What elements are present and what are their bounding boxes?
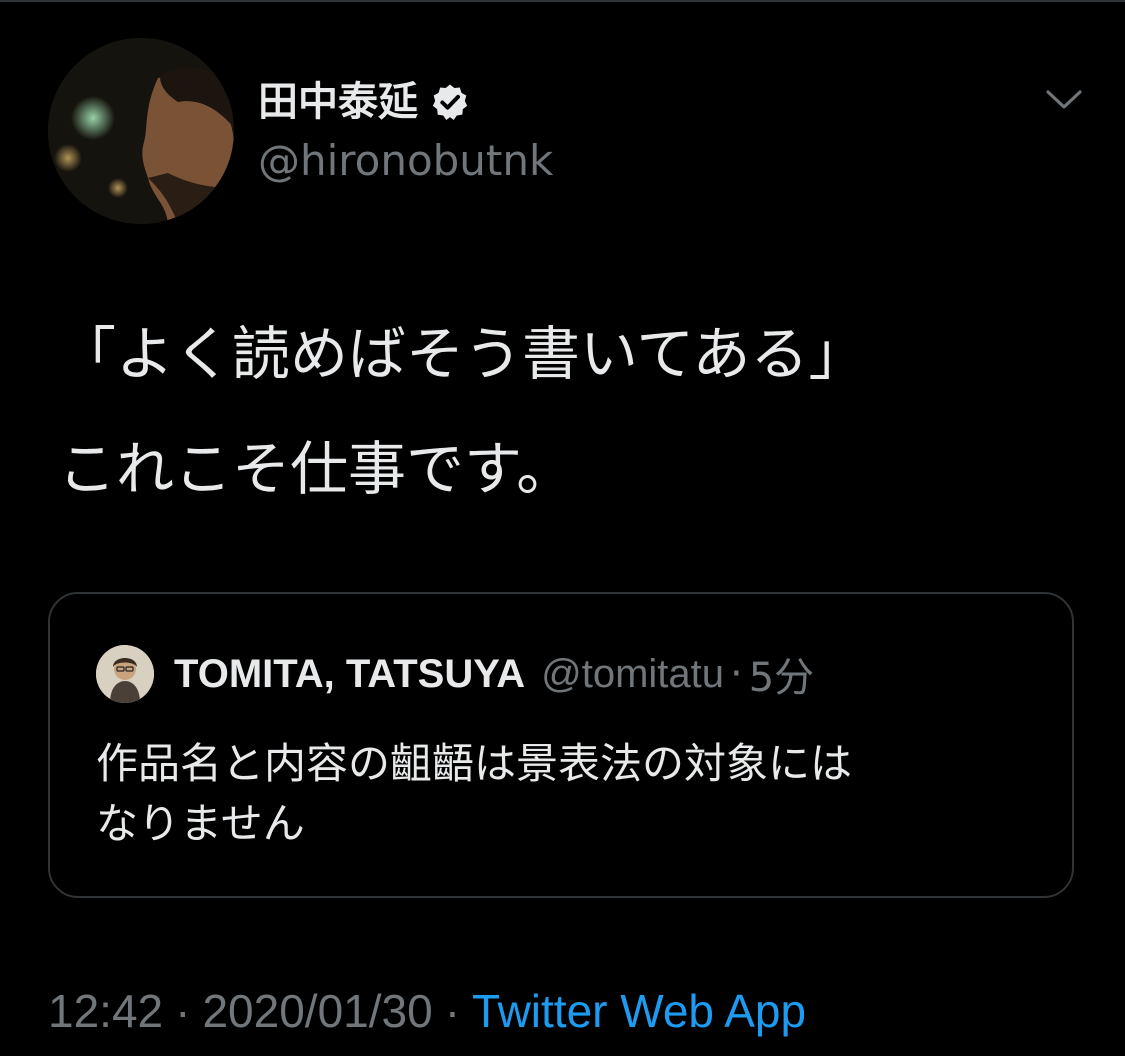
quoted-tweet-card[interactable]: TOMITA, TATSUYA @tomitatu · 5分 作品名と内容の齟齬… <box>48 592 1074 898</box>
tweet-source-link[interactable]: Twitter Web App <box>472 985 806 1037</box>
tweet-metadata: 12:42 · 2020/01/30 · Twitter Web App <box>48 984 806 1039</box>
quoted-author-avatar <box>96 645 154 703</box>
author-handle[interactable]: @hironobutnk <box>258 136 553 186</box>
author-display-name[interactable]: 田中泰延 <box>258 82 418 122</box>
quoted-author-name: TOMITA, TATSUYA <box>174 651 526 696</box>
tweet-date[interactable]: 2020/01/30 <box>202 985 432 1037</box>
quoted-text-line: なりません <box>96 798 305 848</box>
tweet-time[interactable]: 12:42 <box>48 985 163 1037</box>
tweet-text-line: 「よく読めばそう書いてある」 <box>58 320 867 388</box>
verified-badge-icon <box>432 84 468 120</box>
meta-separator: · <box>175 985 191 1037</box>
quoted-separator: · <box>730 651 743 697</box>
quoted-text-line: 作品名と内容の齟齬は景表法の対象には <box>96 739 853 788</box>
chevron-down-icon[interactable] <box>1040 80 1088 120</box>
meta-separator: · <box>444 985 461 1037</box>
tweet-text: 「よく読めばそう書いてある」 これこそ仕事です。 <box>58 318 1078 505</box>
tweet-text-line: これこそ仕事です。 <box>58 434 575 503</box>
author-avatar[interactable] <box>48 38 234 224</box>
quoted-timestamp: 5分 <box>748 655 815 701</box>
quoted-tweet-text: 作品名と内容の齟齬は景表法の対象には なりません <box>96 734 1036 853</box>
quoted-author-handle: @tomitatu <box>541 651 725 696</box>
quoted-tweet-header: TOMITA, TATSUYA @tomitatu · 5分 <box>96 644 814 704</box>
top-divider <box>0 0 1125 2</box>
